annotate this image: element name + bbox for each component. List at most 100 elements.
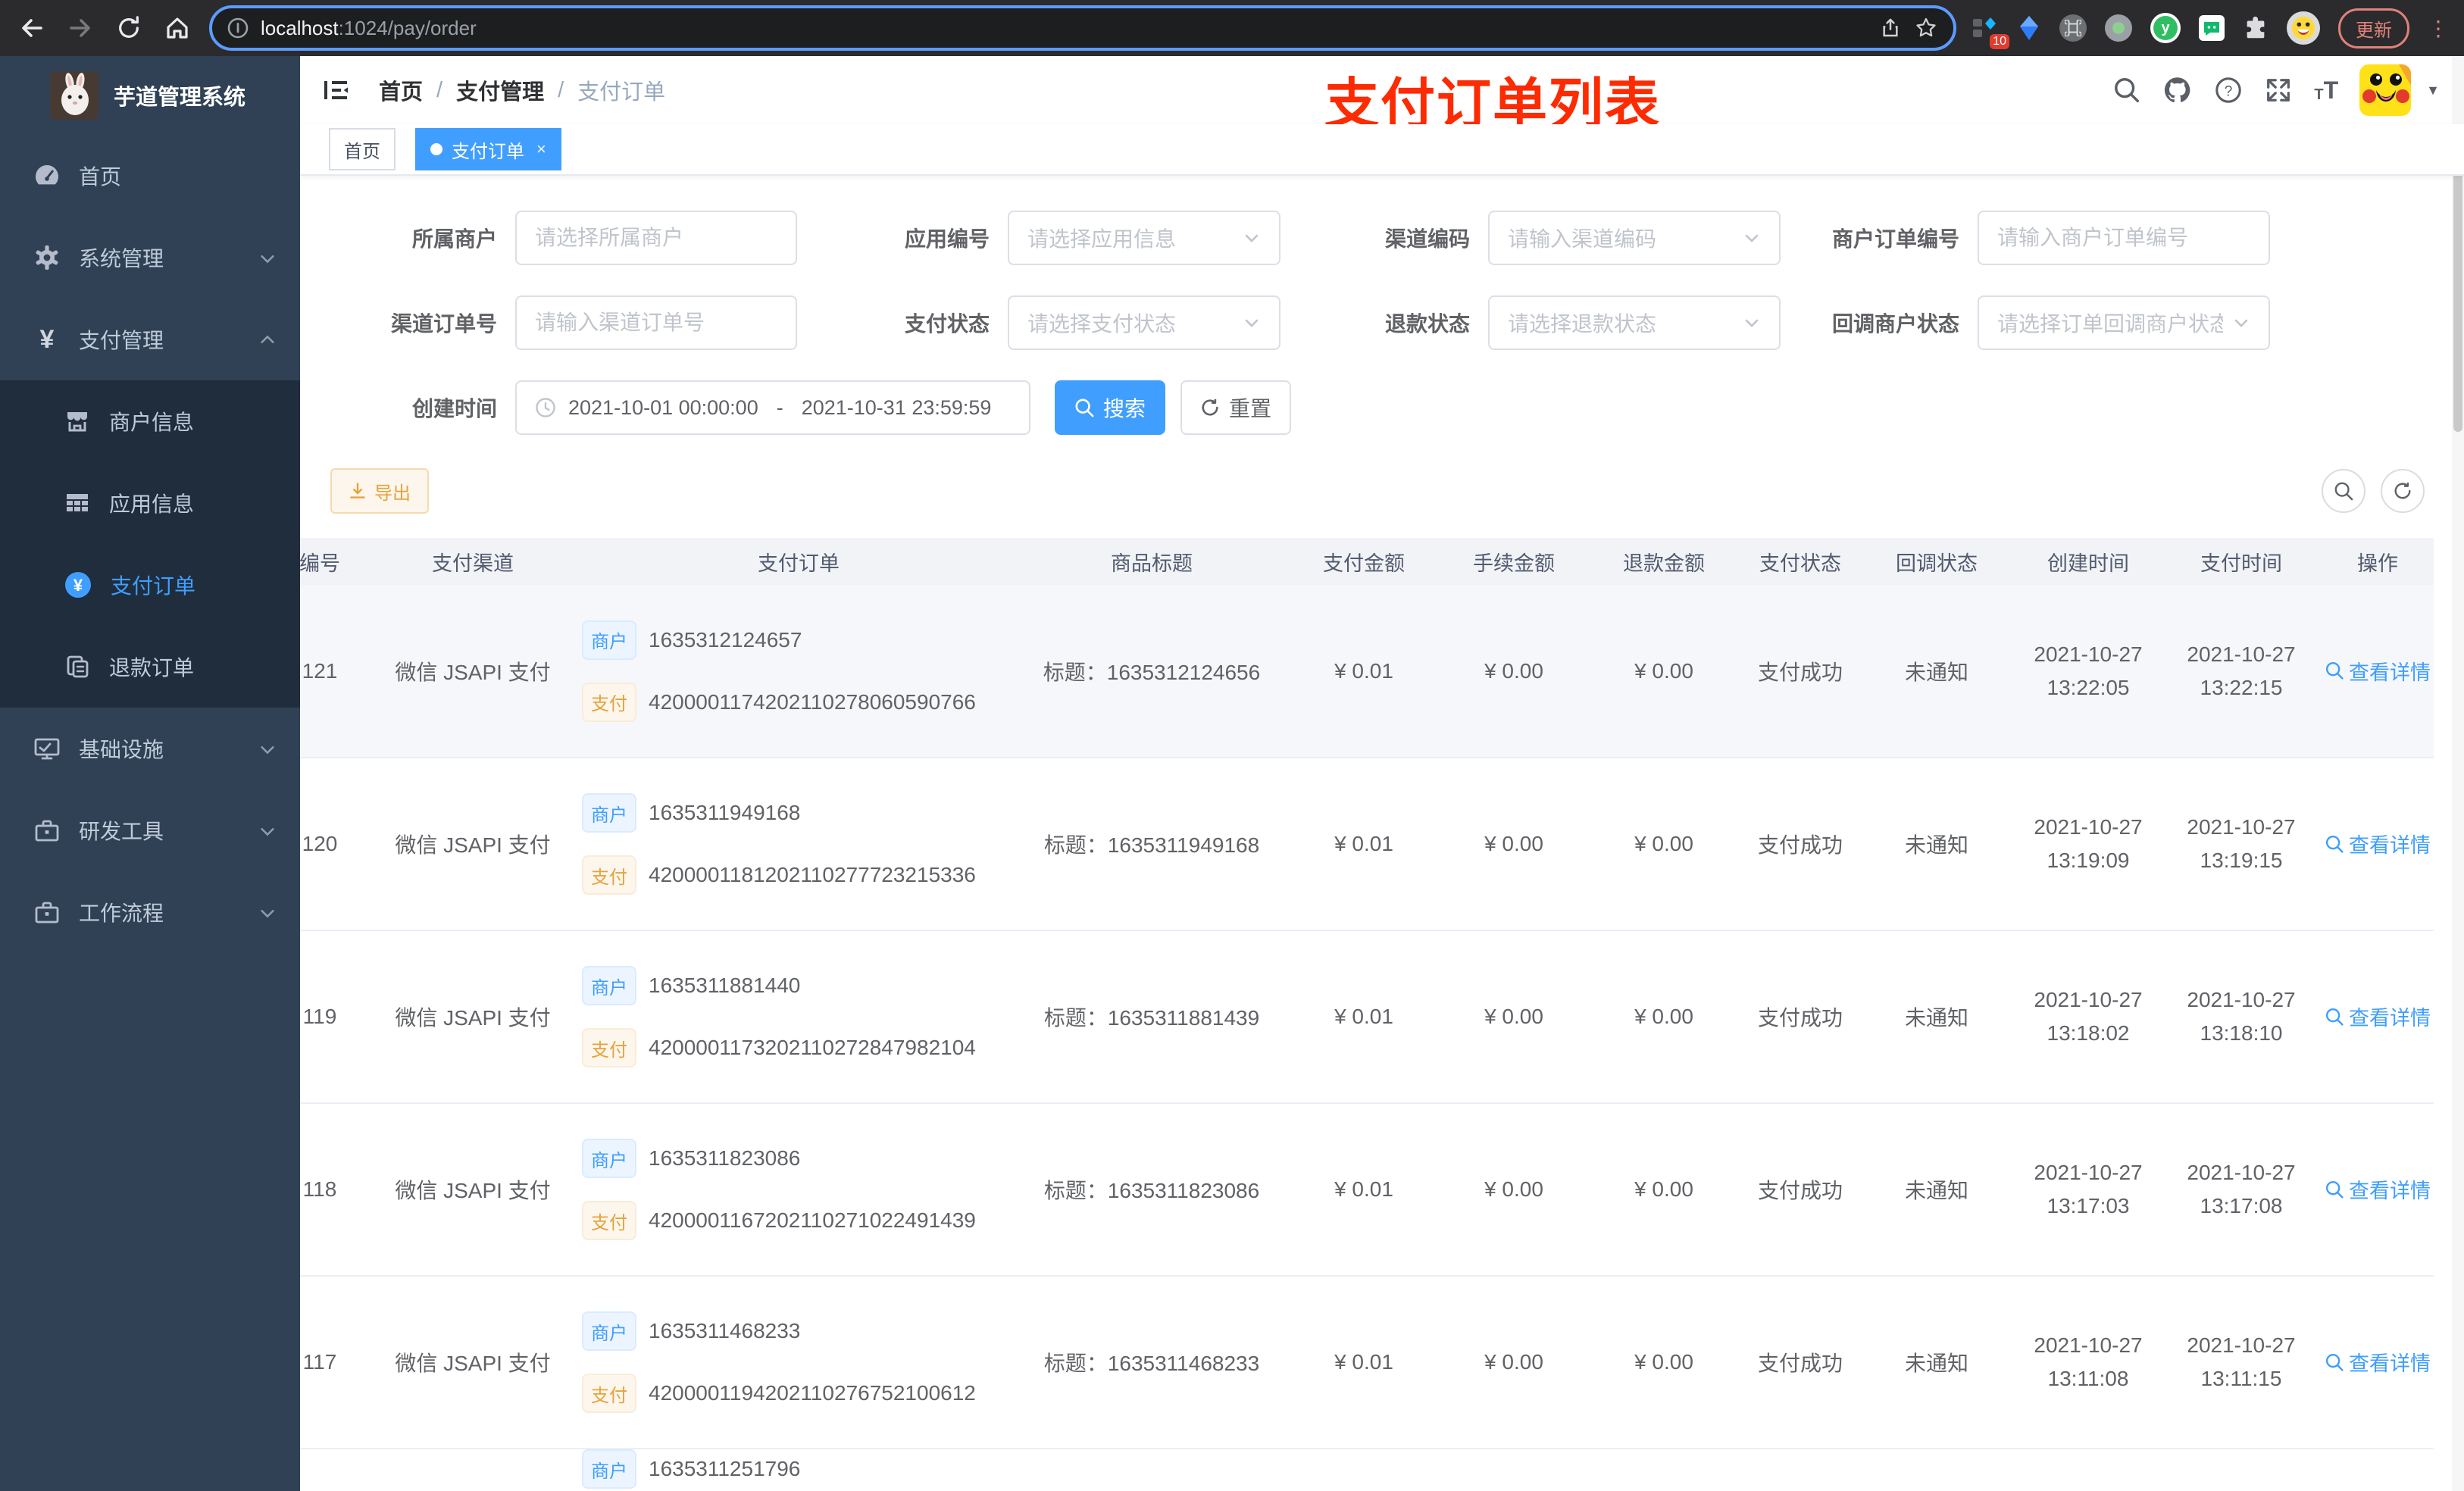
table-row[interactable]: 117 微信 JSAPI 支付 商户 1635311468233 支付 420000… <box>300 1276 2434 1449</box>
back-arrow-icon <box>22 19 42 37</box>
cell-pay-order: 商户 1635312124657 支付 4200001174202110278060… <box>579 585 1018 758</box>
table-row[interactable]: 119 微信 JSAPI 支付 商户 1635311881440 支付 420000… <box>300 930 2434 1104</box>
tag-pay-order[interactable]: 支付订单 × <box>415 128 561 170</box>
address-bar[interactable]: localhost:1024/pay/order <box>209 5 1956 51</box>
yuque-extension-icon[interactable]: y <box>2150 13 2181 43</box>
recorder-extension-icon[interactable] <box>2105 14 2132 42</box>
breadcrumb-home[interactable]: 首页 <box>379 74 423 106</box>
view-detail-link[interactable]: 查看详情 <box>2325 656 2431 686</box>
sidebar-item-merchant-info[interactable]: 商户信息 <box>0 380 300 462</box>
download-icon <box>350 483 365 499</box>
user-avatar[interactable] <box>2359 64 2412 116</box>
show-search-toggle-button[interactable] <box>2322 469 2366 513</box>
cell-actions: 查看详情 <box>2322 585 2434 758</box>
col-create-time: 创建时间 <box>2015 538 2161 585</box>
sidebar-item-refund-order[interactable]: 退款订单 <box>0 626 300 708</box>
scrollbar[interactable] <box>2452 56 2464 1491</box>
kite-extension-icon[interactable] <box>2017 14 2041 42</box>
export-button[interactable]: 导出 <box>330 468 429 514</box>
pinned-extension-icon[interactable]: 10 <box>1972 14 2009 49</box>
avatar-caret-icon[interactable]: ▼ <box>2426 83 2440 98</box>
breadcrumb-payment[interactable]: 支付管理 <box>456 74 544 106</box>
bookmark-star-icon[interactable] <box>1914 16 1938 40</box>
sidebar-item-payment[interactable]: ¥ 支付管理 <box>0 299 300 380</box>
channel-order-no-input[interactable] <box>515 295 797 350</box>
navbar-actions: ? TT ▼ <box>2112 64 2440 116</box>
cell-refund-amount: ¥ 0.00 <box>1585 1103 1743 1277</box>
tag-home[interactable]: 首页 <box>329 128 396 170</box>
gear-icon <box>36 245 58 270</box>
cell-pay-time: 2021-10-27 13:19:15 <box>2161 758 2322 931</box>
sidebar-item-pay-order[interactable]: ¥ 支付订单 <box>0 544 300 626</box>
github-icon[interactable] <box>2162 75 2193 105</box>
cell-title: 标题：1635311823086 <box>1018 1103 1285 1277</box>
sidebar-item-infrastructure[interactable]: 基础设施 <box>0 708 300 789</box>
search-button[interactable]: 搜索 <box>1055 380 1165 435</box>
channel-code-select[interactable]: 请输入渠道编码 <box>1488 211 1781 265</box>
help-icon[interactable]: ? <box>2214 76 2243 105</box>
tags-view-bar: 首页 支付订单 × <box>300 124 2464 176</box>
table-row-partial[interactable]: 商户 1635311251796 <box>300 1449 2434 1491</box>
merchant-tag: 商户 <box>582 1139 636 1178</box>
sidebar-item-app-info[interactable]: 应用信息 <box>0 462 300 544</box>
share-icon[interactable] <box>1879 17 1902 39</box>
fullscreen-icon[interactable] <box>2264 76 2293 105</box>
filter-label: 回调商户状态 <box>1831 312 1959 336</box>
font-size-icon[interactable]: TT <box>2314 78 2338 102</box>
app-select[interactable]: 请选择应用信息 <box>1008 211 1280 265</box>
browser-back-button[interactable] <box>15 11 48 45</box>
notify-status-select[interactable]: 请选择订单回调商户状态 <box>1978 295 2270 350</box>
col-id: 编号 <box>300 538 367 585</box>
filter-label: 渠道编码 <box>1384 227 1470 251</box>
profile-emoji-avatar[interactable] <box>2287 11 2320 45</box>
cell-fee-amount: ¥ 0.00 <box>1443 585 1585 758</box>
clock-icon <box>536 398 555 417</box>
sidebar-item-label: 支付管理 <box>79 329 164 352</box>
chat-extension-icon[interactable] <box>2199 15 2225 41</box>
refund-status-select[interactable]: 请选择退款状态 <box>1488 295 1781 350</box>
reset-button[interactable]: 重置 <box>1180 380 1291 435</box>
range-end: 2021-10-31 23:59:59 <box>801 395 992 419</box>
browser-update-button[interactable]: 更新 <box>2338 8 2409 48</box>
chevron-down-icon <box>2232 314 2250 332</box>
cell-pay-time: 2021-10-27 13:17:08 <box>2161 1103 2322 1277</box>
view-detail-link[interactable]: 查看详情 <box>2325 1002 2431 1031</box>
extensions-puzzle-icon[interactable] <box>2243 15 2269 41</box>
col-channel: 支付渠道 <box>367 538 579 585</box>
command-extension-icon[interactable] <box>2059 14 2087 42</box>
sidebar-item-dev-tools[interactable]: 研发工具 <box>0 789 300 871</box>
view-detail-link[interactable]: 查看详情 <box>2325 1347 2431 1377</box>
sidebar-item-system[interactable]: 系统管理 <box>0 217 300 299</box>
refresh-table-button[interactable] <box>2381 469 2425 513</box>
cell-actions: 查看详情 <box>2322 758 2434 931</box>
view-detail-link[interactable]: 查看详情 <box>2325 1174 2431 1204</box>
cell-pay-amount: ¥ 0.01 <box>1285 1103 1443 1277</box>
merchant-order-no-input[interactable] <box>1978 211 2270 265</box>
chevron-down-icon <box>259 823 276 839</box>
browser-menu-icon[interactable]: ⋮ <box>2428 16 2449 41</box>
table-row[interactable]: 120 微信 JSAPI 支付 商户 1635311949168 支付 420000… <box>300 758 2434 931</box>
table-row[interactable]: 118 微信 JSAPI 支付 商户 1635311823086 支付 420000… <box>300 1103 2434 1277</box>
sidebar-collapse-button[interactable] <box>321 75 352 105</box>
sidebar-logo[interactable]: 芋道管理系统 <box>0 56 300 135</box>
browser-reload-button[interactable] <box>112 11 145 45</box>
chevron-down-icon <box>1743 229 1761 247</box>
sidebar-item-home[interactable]: 首页 <box>0 135 300 217</box>
create-time-range-picker[interactable]: 2021-10-01 00:00:00 - 2021-10-31 23:59:5… <box>515 380 1030 435</box>
site-info-icon[interactable] <box>227 17 249 39</box>
yen-icon: ¥ <box>39 324 55 354</box>
cell-refund-amount: ¥ 0.00 <box>1585 758 1743 931</box>
cell-title: 标题：1635311881439 <box>1018 930 1285 1104</box>
pay-status-select[interactable]: 请选择支付状态 <box>1008 295 1280 350</box>
cell-fee-amount: ¥ 0.00 <box>1443 758 1585 931</box>
view-detail-link[interactable]: 查看详情 <box>2325 829 2431 858</box>
sidebar-item-workflow[interactable]: 工作流程 <box>0 871 300 953</box>
merchant-input[interactable] <box>515 211 797 265</box>
browser-forward-button[interactable] <box>64 11 97 45</box>
table-row[interactable]: 121 微信 JSAPI 支付 商户 1635312124657 支付 420000… <box>300 585 2434 758</box>
documents-icon <box>67 655 89 678</box>
search-icon[interactable] <box>2112 76 2141 105</box>
close-icon[interactable]: × <box>536 139 546 159</box>
grid-icon <box>67 494 88 511</box>
browser-home-button[interactable] <box>161 11 194 45</box>
